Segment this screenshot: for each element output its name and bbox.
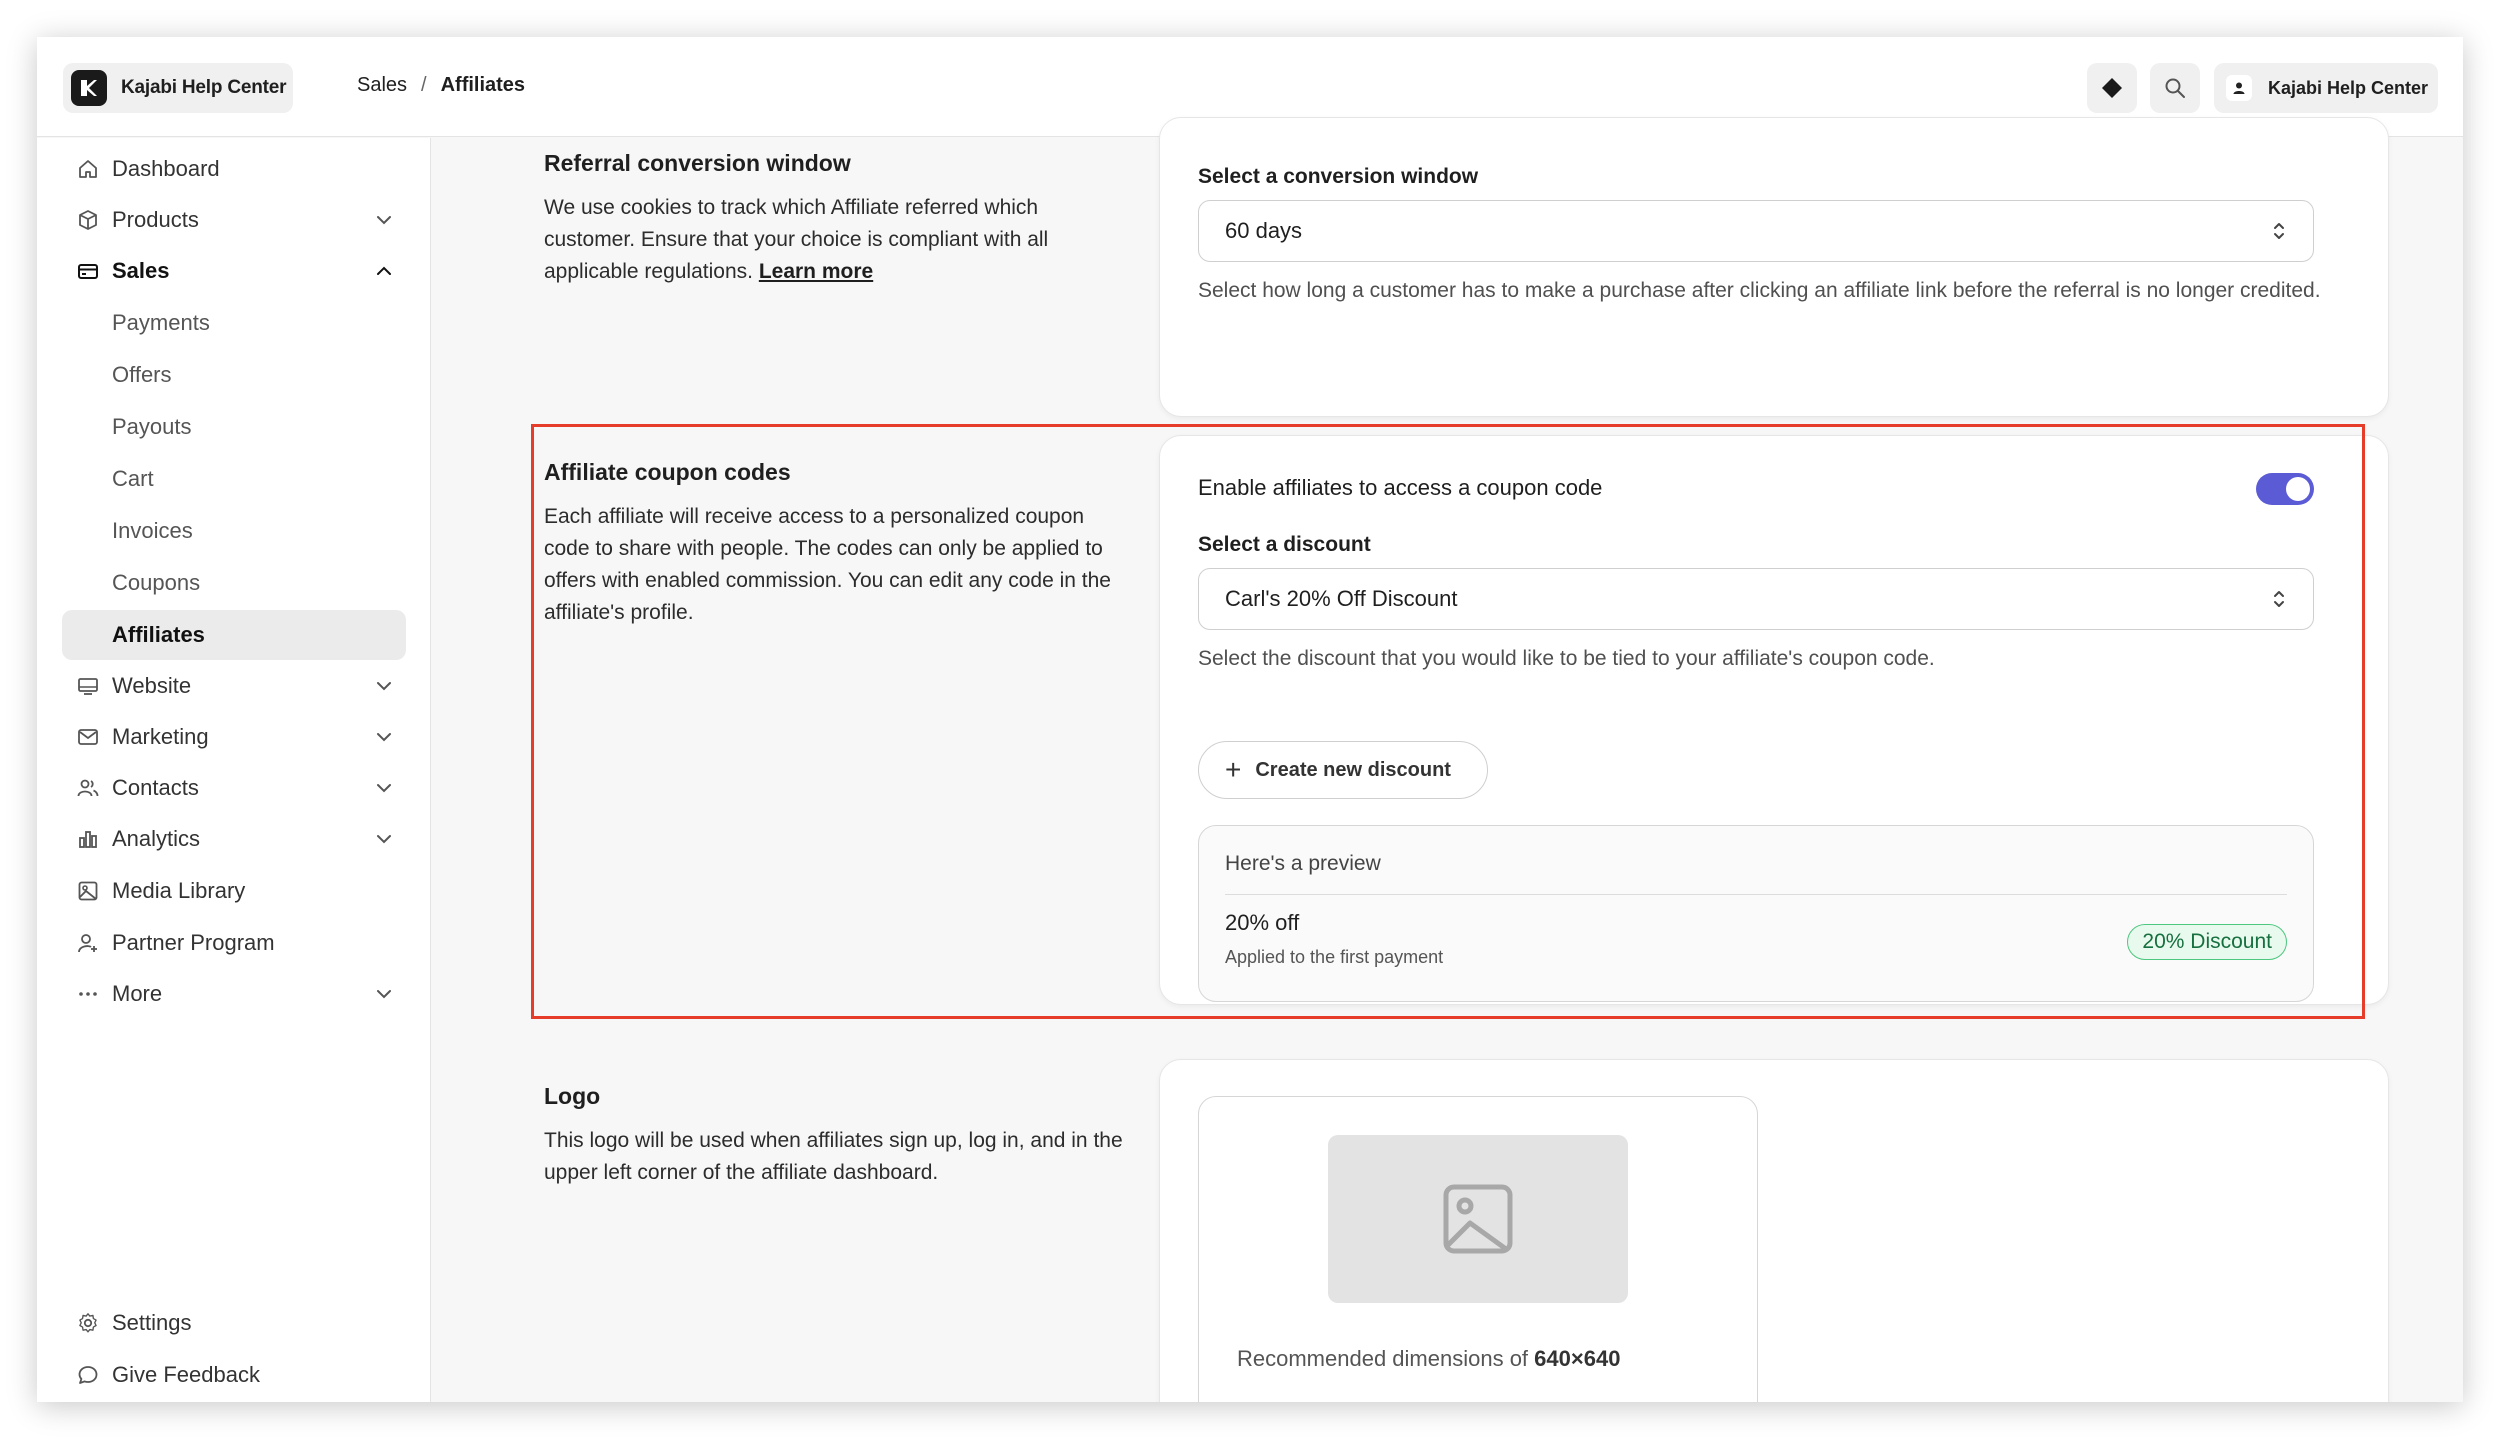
logo-section-description: This logo will be used when affiliates s… <box>544 1129 1123 1184</box>
gear-icon <box>74 1309 102 1337</box>
sidebar-subitem-invoices[interactable]: Invoices <box>62 506 406 556</box>
brand-name: Kajabi Help Center <box>121 77 287 98</box>
sidebar-item-label: Marketing <box>112 724 209 749</box>
home-icon <box>74 155 102 183</box>
sidebar-item-products[interactable]: Products <box>62 195 406 245</box>
highlight-frame <box>531 424 2365 1019</box>
sidebar-item-marketing[interactable]: Marketing <box>62 712 406 762</box>
diamond-button[interactable] <box>2087 63 2137 113</box>
sidebar-item-sales[interactable]: Sales <box>62 246 406 296</box>
sidebar-item-media-library[interactable]: Media Library <box>62 866 406 916</box>
partner-icon <box>74 929 102 957</box>
sidebar-item-partner-program[interactable]: Partner Program <box>62 918 406 968</box>
chevron-down-icon <box>377 784 391 793</box>
referral-section-description: We use cookies to track which Affiliate … <box>544 192 1124 288</box>
credit-card-icon <box>74 257 102 285</box>
logo-section-title: Logo <box>544 1083 601 1109</box>
sidebar-item-label: Analytics <box>112 826 201 851</box>
sidebar-subitem-payouts[interactable]: Payouts <box>62 402 406 452</box>
sidebar-item-label: Partner Program <box>112 930 275 955</box>
chevron-up-icon <box>377 266 391 275</box>
chevron-down-icon <box>377 216 391 225</box>
sidebar-subitem-cart[interactable]: Cart <box>62 454 406 504</box>
conversion-window-select[interactable]: 60 days <box>1198 200 2314 262</box>
referral-card: Select a conversion window 60 days Selec… <box>1159 117 2389 417</box>
search-icon <box>2165 78 2185 98</box>
sidebar-item-more[interactable]: More <box>62 969 406 1019</box>
logo-recommendation-text: Recommended dimensions of <box>1237 1346 1529 1371</box>
bar-chart-icon <box>74 825 102 853</box>
sidebar-item-contacts[interactable]: Contacts <box>62 763 406 813</box>
sidebar-item-label: Sales <box>112 258 170 283</box>
sidebar: Dashboard Products Sales Payments Offers… <box>37 138 431 1402</box>
sidebar-item-settings[interactable]: Settings <box>62 1298 406 1348</box>
monitor-icon <box>74 672 102 700</box>
sidebar-subitem-offers[interactable]: Offers <box>62 350 406 400</box>
conversion-window-value: 60 days <box>1225 218 1303 243</box>
sidebar-item-analytics[interactable]: Analytics <box>62 814 406 864</box>
sidebar-subitem-payments[interactable]: Payments <box>62 298 406 348</box>
logo-recommendation: Recommended dimensions of 640×640 <box>1237 1346 1620 1372</box>
sidebar-item-label: Settings <box>112 1310 192 1335</box>
breadcrumb-sales[interactable]: Sales <box>357 74 407 97</box>
sidebar-item-label: Contacts <box>112 775 199 800</box>
chevron-down-icon <box>377 990 391 999</box>
sidebar-item-label: Media Library <box>112 878 246 903</box>
user-icon <box>2226 75 2252 101</box>
sidebar-subitem-affiliates[interactable]: Affiliates <box>62 610 406 660</box>
user-menu-button[interactable]: Kajabi Help Center <box>2214 63 2438 113</box>
image-placeholder-icon <box>1443 1184 1513 1254</box>
diamond-icon <box>2102 78 2122 98</box>
learn-more-link[interactable]: Learn more <box>759 260 873 283</box>
logo-card: Recommended dimensions of 640×640 <box>1159 1059 2389 1402</box>
sidebar-item-label: More <box>112 981 163 1006</box>
sidebar-item-dashboard[interactable]: Dashboard <box>62 144 406 194</box>
referral-section-title: Referral conversion window <box>544 150 851 176</box>
chevron-down-icon <box>377 682 391 691</box>
search-button[interactable] <box>2150 63 2200 113</box>
user-name: Kajabi Help Center <box>2268 77 2429 98</box>
sidebar-item-label: Give Feedback <box>112 1362 260 1387</box>
more-icon <box>74 980 102 1008</box>
logo-placeholder <box>1328 1135 1628 1303</box>
image-icon <box>74 877 102 905</box>
users-icon <box>74 774 102 802</box>
brand-button[interactable]: Kajabi Help Center <box>63 63 293 113</box>
chevron-down-icon <box>377 835 391 844</box>
chat-icon <box>74 1361 102 1389</box>
logo-upload-area[interactable]: Recommended dimensions of 640×640 <box>1198 1096 1758 1402</box>
sidebar-item-label: Dashboard <box>112 156 220 181</box>
cube-icon <box>74 206 102 234</box>
kajabi-logo-icon <box>71 70 107 106</box>
sidebar-item-label: Products <box>112 207 199 232</box>
logo-recommendation-size: 640×640 <box>1534 1346 1621 1371</box>
sidebar-item-give-feedback[interactable]: Give Feedback <box>62 1350 406 1400</box>
conversion-window-help: Select how long a customer has to make a… <box>1198 279 2321 302</box>
chevron-down-icon <box>377 733 391 742</box>
conversion-window-label: Select a conversion window <box>1198 165 1479 188</box>
breadcrumb: Sales / Affiliates <box>357 74 525 97</box>
mail-icon <box>74 723 102 751</box>
breadcrumb-affiliates: Affiliates <box>440 74 526 96</box>
app-window: Kajabi Help Center Sales / Affiliates Ka… <box>37 37 2463 1402</box>
sidebar-subitem-coupons[interactable]: Coupons <box>62 558 406 608</box>
sidebar-item-label: Website <box>112 673 192 698</box>
breadcrumb-separator: / <box>421 74 427 96</box>
chevron-up-down-icon <box>2274 223 2284 239</box>
sidebar-item-website[interactable]: Website <box>62 661 406 711</box>
